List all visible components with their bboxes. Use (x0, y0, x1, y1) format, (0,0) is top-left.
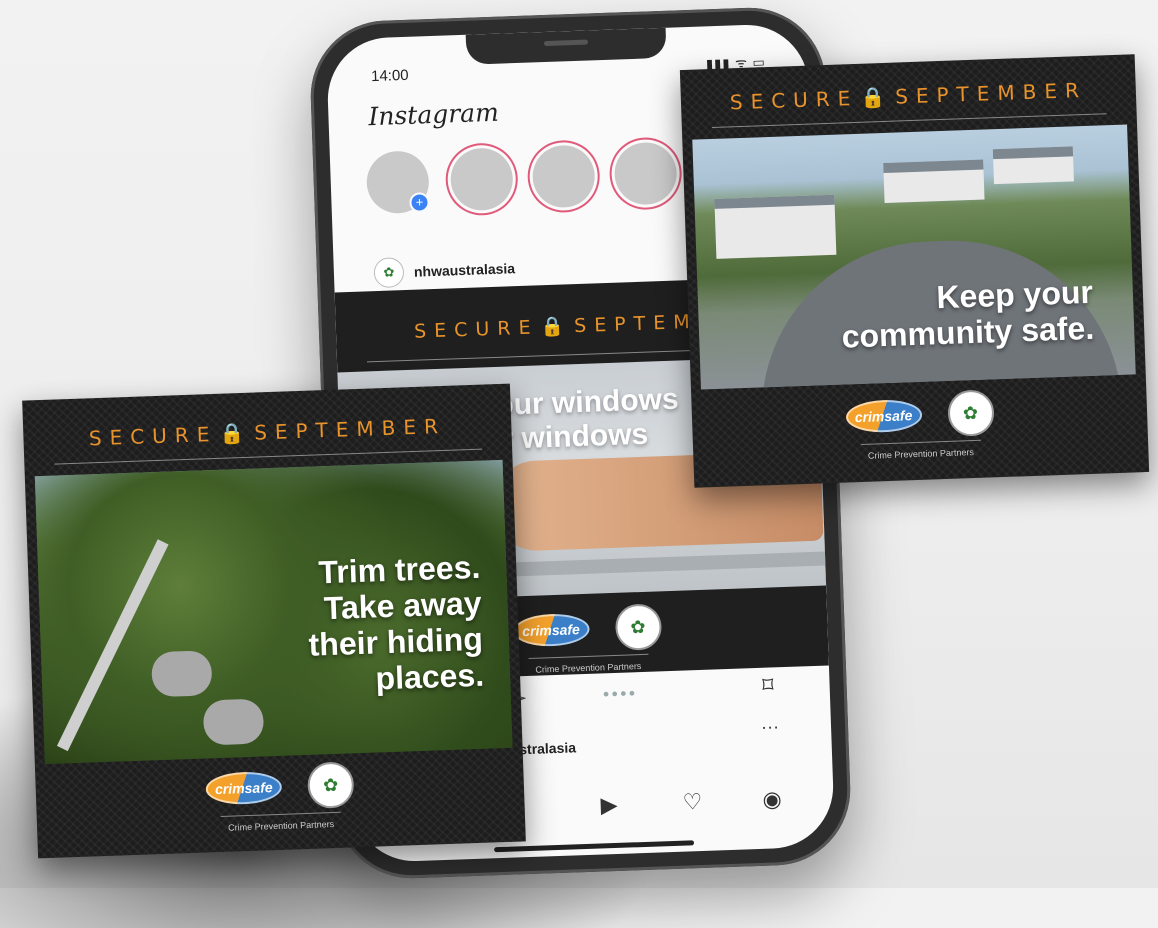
glove-graphic (151, 650, 213, 698)
lock-icon: 🔒 (218, 420, 253, 446)
post-header: ✿ nhwaustralasia (373, 253, 516, 289)
add-story-icon[interactable]: + (411, 194, 428, 211)
headline-line: Trim trees. (317, 548, 481, 591)
app-logo: Instagram (367, 97, 500, 132)
logos: crimsafe ✿ (691, 384, 1147, 446)
status-time: 14:00 (370, 66, 409, 86)
crimsafe-logo: crimsafe (845, 398, 923, 434)
promo-card-community: SECURE🔒SEPTEMBER Keep your community saf… (679, 54, 1150, 488)
house-graphic (714, 194, 837, 259)
house-graphic (992, 146, 1074, 185)
story-add-avatar[interactable]: + (365, 150, 430, 215)
shears-graphic (56, 539, 169, 752)
banner-word-secure: SECURE (88, 421, 218, 451)
more-icon[interactable]: ··· (761, 716, 780, 738)
banner-word-secure: SECURE (413, 316, 539, 343)
headline-line: Take away (323, 584, 483, 627)
avatar[interactable]: ✿ (373, 257, 405, 289)
crimsafe-logo: crimsafe (512, 612, 590, 648)
heart-icon[interactable]: ♡ (682, 789, 703, 816)
trees-photo: Trim trees. Take away their hiding place… (34, 459, 513, 765)
banner-word-secure: SECURE (729, 85, 859, 115)
reels-icon[interactable]: ▶ (600, 792, 618, 819)
post-username[interactable]: nhwaustralasia (414, 260, 516, 280)
logos: crimsafe ✿ (35, 755, 524, 818)
card-headline: Trim trees. Take away their hiding place… (306, 549, 485, 699)
story-avatar[interactable] (449, 147, 514, 212)
card-partner-logos: crimsafe ✿ Crime Prevention Partners (35, 755, 525, 839)
suburb-photo: Keep your community safe. (692, 124, 1136, 390)
partners-rule (860, 439, 981, 445)
partners-caption: Crime Prevention Partners (227, 819, 335, 833)
nhw-logo: ✿ (946, 389, 995, 437)
bookmark-icon[interactable]: ⌑ (762, 672, 774, 698)
glove-graphic (202, 698, 265, 746)
lock-icon: 🔒 (540, 315, 573, 339)
card-partner-logos: crimsafe ✿ Crime Prevention Partners (691, 384, 1148, 467)
promo-card-trees: SECURE🔒SEPTEMBER Trim trees. Take away t… (22, 383, 526, 859)
crimsafe-logo: crimsafe (205, 770, 283, 806)
partners-rule (527, 653, 648, 659)
nhw-logo: ✿ (306, 761, 355, 809)
partners-caption: Crime Prevention Partners (867, 447, 975, 461)
phone-notch (465, 27, 667, 65)
card-headline: Keep your community safe. (840, 274, 1095, 355)
speaker-grille (543, 39, 589, 47)
partners-rule (220, 811, 341, 817)
headline-line: their hiding (308, 620, 484, 663)
headline-line: places. (374, 656, 485, 697)
story-avatar[interactable] (531, 144, 596, 209)
banner-word-september: SEPTEMBER (253, 413, 447, 445)
house-graphic (883, 159, 985, 204)
nhw-logo: ✿ (614, 603, 662, 651)
carousel-dots: ●●●● (602, 687, 638, 701)
card-banner: SECURE🔒SEPTEMBER (22, 384, 512, 453)
profile-icon[interactable]: ◉ (762, 786, 782, 813)
banner-word-september: SEPTEMBER (894, 77, 1088, 109)
lock-icon: 🔒 (859, 84, 894, 110)
banner-rule (711, 113, 1107, 128)
story-avatar[interactable] (613, 141, 678, 206)
